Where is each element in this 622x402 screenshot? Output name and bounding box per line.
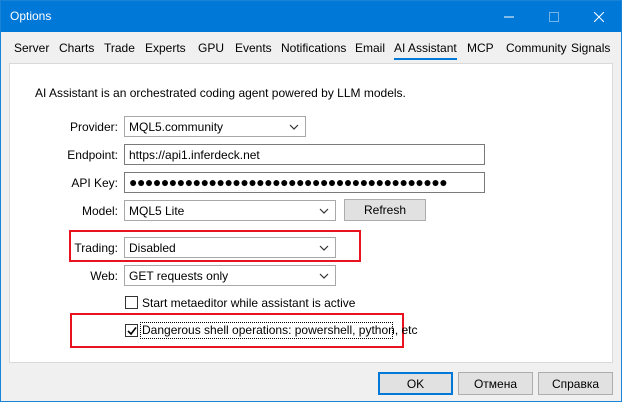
maximize-button [531,1,576,32]
model-label: Model: [81,204,118,218]
tab-community[interactable]: Community [506,41,567,55]
description-text: AI Assistant is an orchestrated coding a… [35,86,406,100]
tab-notifications[interactable]: Notifications [281,41,346,55]
provider-value: MQL5.community [129,120,224,134]
close-button[interactable] [576,1,621,32]
close-icon [593,11,604,22]
refresh-button[interactable]: Refresh [344,199,426,221]
start-metaeditor-label[interactable]: Start metaeditor while assistant is acti… [142,296,355,310]
model-value: MQL5 Lite [129,204,185,218]
options-window: Options Server Charts Trade Experts GPU … [0,0,622,402]
chevron-down-icon [289,124,299,130]
help-button[interactable]: Справка [538,372,613,395]
trading-select[interactable]: Disabled [124,237,336,258]
tab-experts[interactable]: Experts [145,41,186,55]
checkmark-icon [127,327,137,336]
chevron-down-icon [319,245,329,251]
tab-email[interactable]: Email [355,41,385,55]
trading-label: Trading: [74,241,118,255]
tab-charts[interactable]: Charts [59,41,94,55]
api-key-label: API Key: [71,176,118,190]
title-bar[interactable]: Options [1,1,621,32]
tab-signals[interactable]: Signals [571,41,610,55]
tab-trade[interactable]: Trade [104,41,135,55]
endpoint-label: Endpoint: [67,148,118,162]
tab-server[interactable]: Server [14,41,49,55]
web-label: Web: [90,269,118,283]
endpoint-input[interactable]: https://api1.inferdeck.net [124,144,485,165]
tab-gpu[interactable]: GPU [198,41,224,55]
ai-assistant-panel: AI Assistant is an orchestrated coding a… [9,63,613,363]
minimize-icon [503,16,514,17]
dangerous-shell-label[interactable]: Dangerous shell operations: powershell, … [142,323,418,337]
minimize-button[interactable] [486,1,531,32]
trading-value: Disabled [129,241,176,255]
window-title: Options [10,9,52,23]
chevron-down-icon [319,273,329,279]
api-key-input[interactable]: ●●●●●●●●●●●●●●●●●●●●●●●●●●●●●●●●●●●●●●●● [124,172,485,193]
provider-label: Provider: [69,120,118,134]
web-select[interactable]: GET requests only [124,265,336,286]
chevron-down-icon [319,208,329,214]
model-select[interactable]: MQL5 Lite [124,200,336,221]
tab-events[interactable]: Events [235,41,272,55]
dangerous-shell-checkbox[interactable] [125,324,138,337]
provider-select[interactable]: MQL5.community [124,116,306,137]
web-value: GET requests only [129,269,229,283]
endpoint-value: https://api1.inferdeck.net [129,148,260,162]
start-metaeditor-checkbox[interactable] [125,296,138,309]
tab-bar: Server Charts Trade Experts GPU Events N… [1,32,621,63]
tab-ai-assistant[interactable]: AI Assistant [394,41,457,60]
maximize-icon [548,11,559,22]
ok-button[interactable]: OK [378,372,453,395]
tab-mcp[interactable]: MCP [467,41,494,55]
cancel-button[interactable]: Отмена [458,372,533,395]
api-key-value: ●●●●●●●●●●●●●●●●●●●●●●●●●●●●●●●●●●●●●●●● [129,174,448,190]
